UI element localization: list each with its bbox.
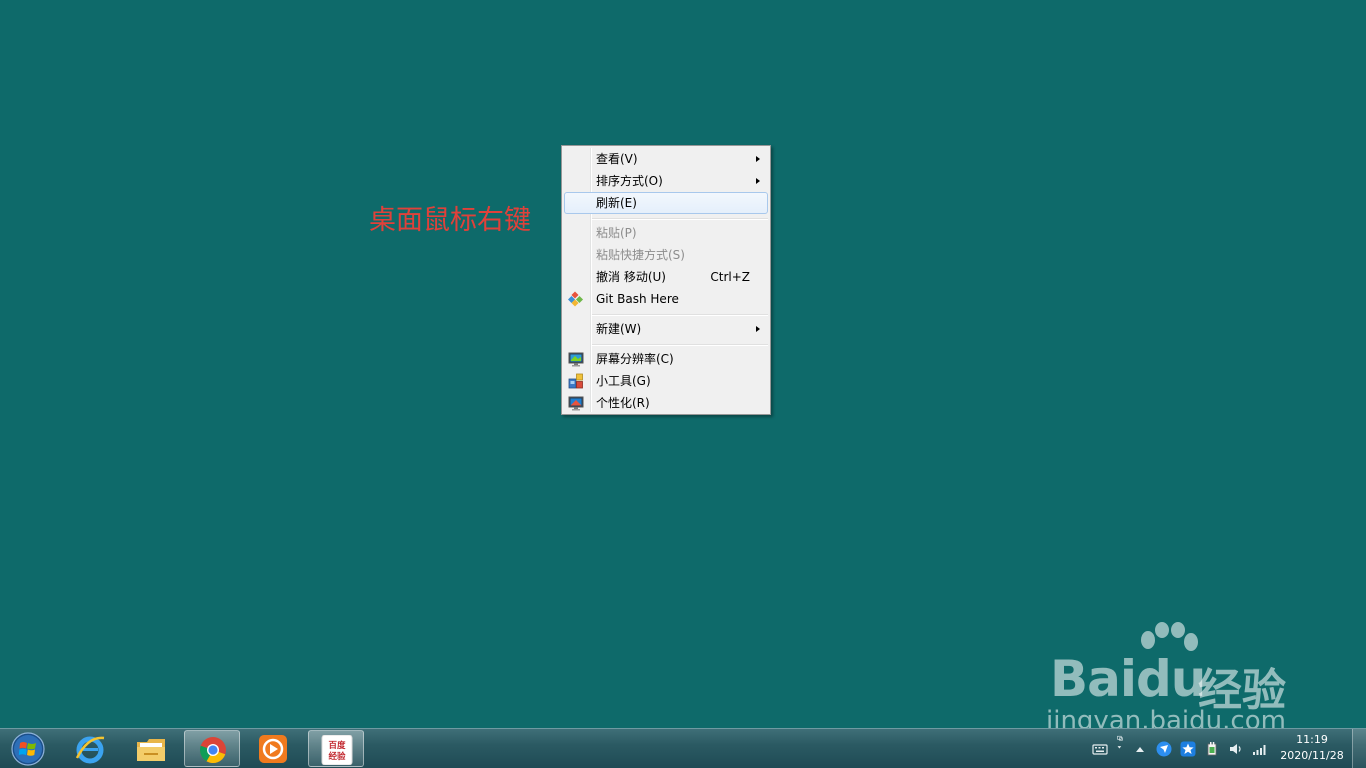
gadgets-icon: [568, 373, 583, 389]
baidu-jingyan-watermark: Baidu 经验 jingyan.baidu.com: [1040, 618, 1310, 738]
menu-item-label: 查看(V): [596, 152, 638, 166]
clock-time: 11:19: [1296, 733, 1328, 746]
menu-item-label: 新建(W): [596, 322, 642, 336]
monitor-icon: [568, 352, 584, 367]
menu-item-label: 粘贴快捷方式(S): [596, 248, 685, 262]
menu-separator: [592, 218, 768, 220]
keyboard-icon[interactable]: [1092, 741, 1108, 757]
menu-item-label: 粘贴(P): [596, 226, 637, 240]
input-mode-icon[interactable]: [1112, 735, 1128, 751]
menu-item-label: 撤消 移动(U): [596, 270, 666, 284]
media-player-icon: [259, 735, 287, 763]
menu-item-label: 个性化(R): [596, 396, 650, 410]
menu-item-label: 排序方式(O): [596, 174, 663, 188]
personalize-icon: [568, 396, 584, 411]
start-button[interactable]: [4, 730, 48, 768]
power-plug-icon[interactable]: [1204, 741, 1220, 757]
menu-item-view[interactable]: 查看(V): [564, 148, 768, 170]
menu-separator: [592, 344, 768, 346]
chrome-icon: [199, 737, 226, 764]
menu-item-label: 屏幕分辨率(C): [596, 352, 674, 366]
taskbar-clock[interactable]: 11:19 2020/11/28: [1272, 732, 1352, 764]
volume-icon[interactable]: [1228, 741, 1244, 757]
file-explorer-icon: [137, 739, 165, 761]
taskbar-app-internet-explorer[interactable]: [62, 730, 118, 767]
menu-item-new[interactable]: 新建(W): [564, 318, 768, 340]
baidu-jingyan-icon: 百度 经验: [321, 735, 353, 765]
submenu-arrow-icon: [756, 178, 760, 184]
menu-item-screen-resolution[interactable]: 屏幕分辨率(C): [564, 348, 768, 370]
taskbar-app-baidu-jingyan[interactable]: 百度 经验: [308, 730, 364, 767]
menu-item-git-bash[interactable]: Git Bash Here: [564, 288, 768, 310]
baidu-jingyan-label-line2: 经验: [328, 751, 346, 762]
desktop-context-menu: 查看(V) 排序方式(O) 刷新(E) 粘贴(P) 粘贴快捷方式(S) 撤消 移…: [561, 145, 771, 415]
network-signal-icon[interactable]: [1252, 741, 1268, 757]
show-desktop-button[interactable]: [1352, 729, 1366, 768]
menu-item-personalize[interactable]: 个性化(R): [564, 392, 768, 414]
menu-item-label: 刷新(E): [596, 196, 637, 210]
menu-item-paste[interactable]: 粘贴(P): [564, 222, 768, 244]
feiyu-tray-icon[interactable]: [1156, 741, 1172, 757]
taskbar-app-file-explorer[interactable]: [123, 730, 179, 767]
submenu-arrow-icon: [756, 156, 760, 162]
taskbar: 百度 经验 11:19 2020/11/28: [0, 728, 1366, 768]
windows-start-icon: [11, 732, 45, 766]
baidu-jingyan-label-line1: 百度: [328, 740, 346, 751]
menu-item-label: 小工具(G): [596, 374, 651, 388]
taskbar-app-media-player[interactable]: [245, 730, 301, 767]
annotation-text: 桌面鼠标右键: [369, 205, 531, 236]
taskbar-app-chrome[interactable]: [184, 730, 240, 767]
watermark-logo: Baidu: [1050, 650, 1206, 708]
clock-date: 2020/11/28: [1280, 749, 1344, 762]
submenu-arrow-icon: [756, 326, 760, 332]
menu-item-refresh[interactable]: 刷新(E): [564, 192, 768, 214]
menu-item-gadgets[interactable]: 小工具(G): [564, 370, 768, 392]
system-tray: [1086, 729, 1296, 768]
show-hidden-icons-chevron-up-icon[interactable]: [1132, 741, 1148, 757]
menu-separator: [592, 314, 768, 316]
menu-item-label: Git Bash Here: [596, 292, 679, 306]
menu-item-paste-shortcut[interactable]: 粘贴快捷方式(S): [564, 244, 768, 266]
menu-item-undo-move[interactable]: 撤消 移动(U) Ctrl+Z: [564, 266, 768, 288]
menu-item-sort[interactable]: 排序方式(O): [564, 170, 768, 192]
bluetooth-star-icon[interactable]: [1180, 741, 1196, 757]
git-icon: [568, 291, 584, 307]
menu-item-shortcut: Ctrl+Z: [710, 270, 750, 284]
internet-explorer-icon: [75, 736, 105, 764]
